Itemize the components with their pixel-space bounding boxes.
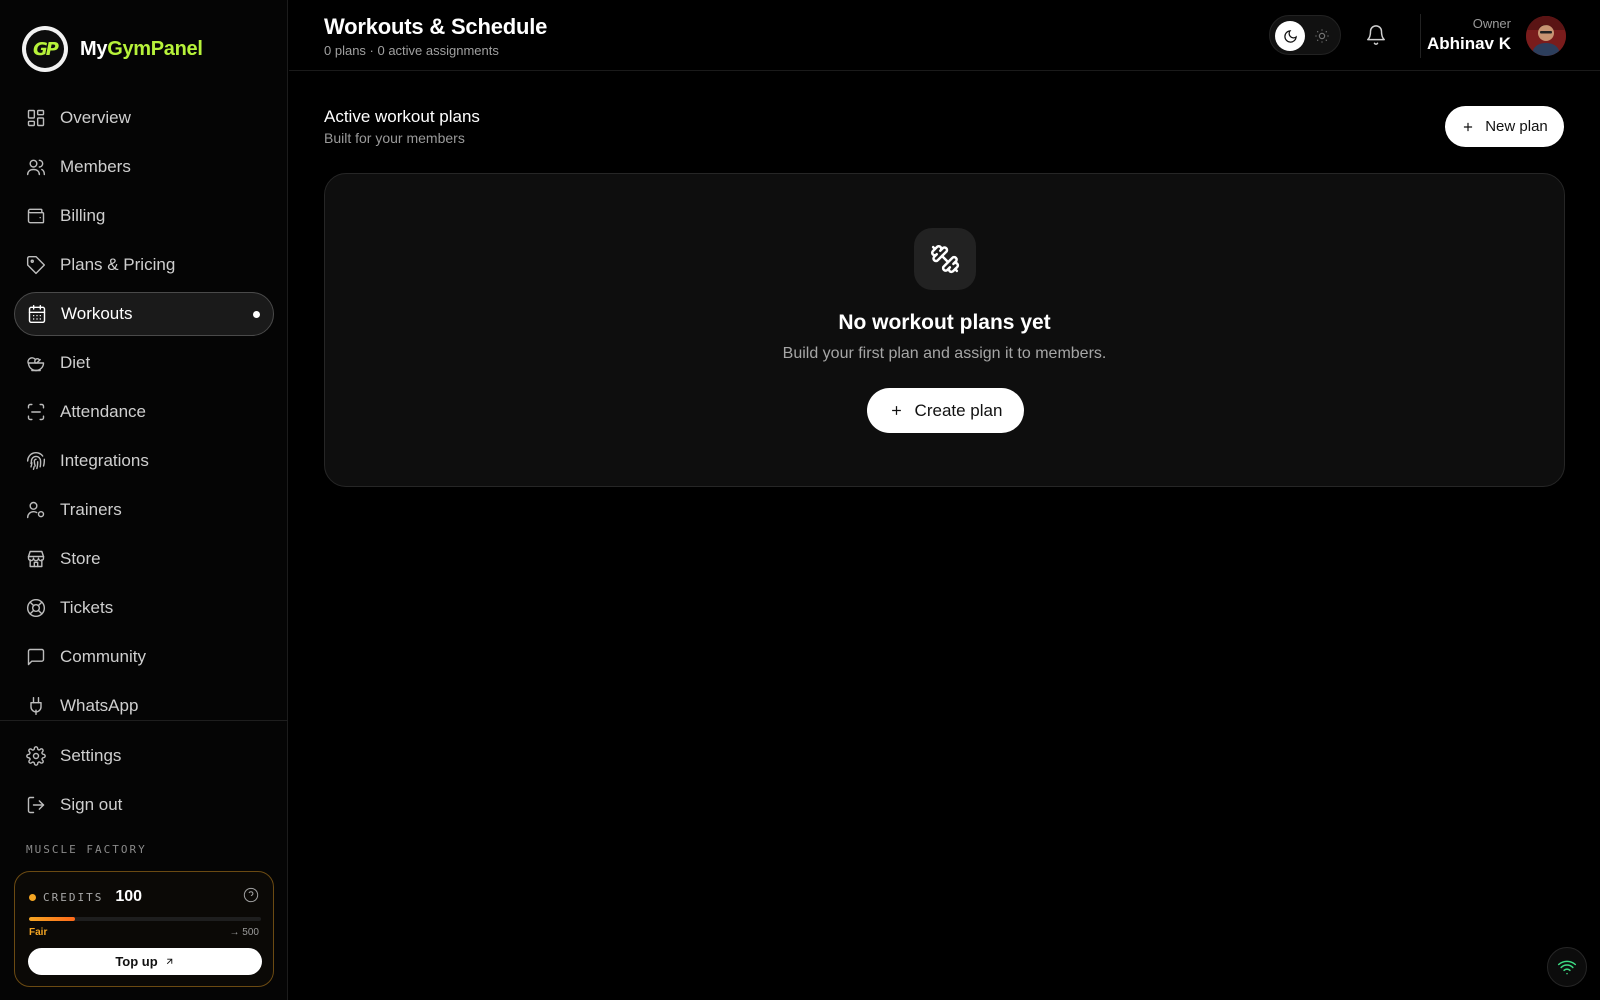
logo-mark: GP bbox=[26, 30, 64, 68]
sidebar-divider bbox=[0, 720, 288, 721]
sidebar-item-label: Integrations bbox=[60, 451, 149, 470]
sidebar-item-label: Sign out bbox=[60, 795, 123, 814]
credits-value: 100 bbox=[115, 888, 143, 905]
users-icon bbox=[26, 159, 46, 176]
lifebuoy-icon bbox=[26, 598, 46, 618]
sidebar-item-whatsapp[interactable]: WhatsApp bbox=[14, 684, 274, 728]
active-indicator bbox=[253, 310, 260, 318]
user-role: Owner bbox=[1472, 16, 1511, 31]
sidebar-item-attendance[interactable]: Attendance bbox=[14, 390, 274, 434]
sidebar-item-label: Store bbox=[60, 549, 101, 568]
sidebar-item-diet[interactable]: Diet bbox=[14, 341, 274, 385]
sidebar-item-community[interactable]: Community bbox=[14, 635, 274, 679]
sidebar-bottom-nav: Settings Sign out bbox=[14, 734, 274, 832]
gym-name: MUSCLE FACTORY bbox=[26, 843, 147, 856]
sidebar-item-label: Diet bbox=[60, 353, 91, 372]
grid-icon bbox=[27, 109, 45, 127]
top-header: Workouts & Schedule 0 plans · 0 active a… bbox=[289, 0, 1600, 71]
sidebar-item-billing[interactable]: Billing bbox=[14, 194, 274, 238]
sidebar-item-label: Attendance bbox=[60, 402, 147, 421]
credits-status-dot bbox=[29, 893, 36, 901]
page-title: Workouts & Schedule bbox=[324, 14, 548, 39]
store-icon bbox=[27, 550, 45, 568]
sidebar: GP MyGymPanel Overview Members Billing P… bbox=[0, 0, 288, 1000]
user-cog-icon bbox=[26, 501, 45, 519]
empty-state-title: No workout plans yet bbox=[838, 311, 1051, 334]
page-subtitle: 0 plans · 0 active assignments bbox=[324, 43, 499, 58]
sidebar-item-label: Tickets bbox=[60, 598, 114, 617]
sidebar-item-plans-pricing[interactable]: Plans & Pricing bbox=[14, 243, 274, 287]
credits-card: CREDITS 100 Fair → 500 Top up bbox=[14, 871, 274, 987]
fingerprint-icon bbox=[26, 451, 46, 471]
empty-state-description: Build your first plan and assign it to m… bbox=[782, 345, 1107, 362]
header-divider bbox=[1420, 14, 1421, 58]
brand-name-prefix: My bbox=[80, 37, 108, 60]
moon-icon bbox=[1283, 29, 1297, 43]
empty-state-card: No workout plans yet Build your first pl… bbox=[324, 173, 1565, 487]
plug-icon bbox=[30, 696, 42, 716]
sidebar-item-settings[interactable]: Settings bbox=[14, 734, 274, 778]
credits-status: Fair bbox=[29, 927, 48, 938]
sidebar-nav: Overview Members Billing Plans & Pricing… bbox=[14, 96, 274, 733]
plus-icon bbox=[1464, 122, 1473, 131]
sidebar-item-sign-out[interactable]: Sign out bbox=[14, 783, 274, 827]
sidebar-item-label: Plans & Pricing bbox=[60, 255, 176, 274]
arrow-up-right-icon bbox=[166, 958, 172, 965]
sidebar-item-overview[interactable]: Overview bbox=[14, 96, 274, 140]
credits-progress-fill bbox=[29, 917, 76, 921]
brand[interactable]: GP MyGymPanel bbox=[22, 26, 203, 72]
credits-header: CREDITS 100 bbox=[29, 888, 142, 906]
new-plan-button[interactable]: New plan bbox=[1445, 106, 1564, 147]
sidebar-item-tickets[interactable]: Tickets bbox=[14, 586, 274, 630]
sidebar-item-members[interactable]: Members bbox=[14, 145, 274, 189]
plus-icon bbox=[891, 406, 901, 415]
top-up-label: Top up bbox=[115, 954, 158, 969]
credits-target: → 500 bbox=[229, 927, 259, 938]
top-up-button[interactable]: Top up bbox=[28, 948, 262, 975]
credits-progress-track bbox=[29, 917, 261, 921]
sidebar-item-store[interactable]: Store bbox=[14, 537, 274, 581]
calendar-icon bbox=[28, 304, 46, 324]
logout-icon bbox=[27, 796, 45, 814]
brand-name: MyGymPanel bbox=[80, 38, 203, 61]
theme-toggle[interactable] bbox=[1269, 15, 1341, 55]
salad-icon bbox=[27, 357, 45, 372]
connection-status-button[interactable] bbox=[1547, 947, 1587, 987]
sidebar-item-label: Members bbox=[60, 157, 131, 176]
sidebar-item-label: Trainers bbox=[60, 500, 122, 519]
create-plan-button[interactable]: Create plan bbox=[867, 388, 1024, 433]
sun-icon bbox=[1314, 28, 1330, 44]
sidebar-item-label: Workouts bbox=[61, 304, 133, 323]
wifi-icon bbox=[1557, 960, 1577, 975]
logo: GP bbox=[22, 26, 68, 72]
wallet-icon bbox=[27, 208, 45, 224]
sidebar-item-label: WhatsApp bbox=[60, 696, 139, 715]
brand-name-accent: GymPanel bbox=[107, 37, 203, 60]
new-plan-label: New plan bbox=[1485, 118, 1548, 135]
sidebar-item-label: Overview bbox=[60, 108, 131, 127]
message-icon bbox=[27, 648, 45, 666]
tag-icon bbox=[26, 255, 46, 275]
sidebar-item-label: Settings bbox=[60, 746, 122, 765]
credits-label: CREDITS bbox=[43, 890, 104, 904]
help-icon[interactable] bbox=[243, 887, 259, 903]
avatar[interactable] bbox=[1526, 16, 1566, 56]
scan-icon bbox=[27, 403, 45, 421]
section-title: Active workout plans bbox=[324, 107, 480, 126]
bell-icon[interactable] bbox=[1365, 24, 1387, 46]
sidebar-item-trainers[interactable]: Trainers bbox=[14, 488, 274, 532]
gear-icon bbox=[26, 746, 46, 766]
sidebar-item-integrations[interactable]: Integrations bbox=[14, 439, 274, 483]
dumbbell-icon bbox=[931, 245, 960, 274]
user-name[interactable]: Abhinav K bbox=[1427, 34, 1511, 54]
sidebar-item-label: Community bbox=[60, 647, 146, 666]
theme-knob bbox=[1275, 21, 1305, 51]
create-plan-label: Create plan bbox=[914, 400, 1003, 420]
sidebar-item-label: Billing bbox=[60, 206, 106, 225]
section-subtitle: Built for your members bbox=[324, 130, 465, 146]
sidebar-item-workouts[interactable]: Workouts bbox=[14, 292, 274, 336]
empty-state-icon-tile bbox=[914, 228, 976, 290]
